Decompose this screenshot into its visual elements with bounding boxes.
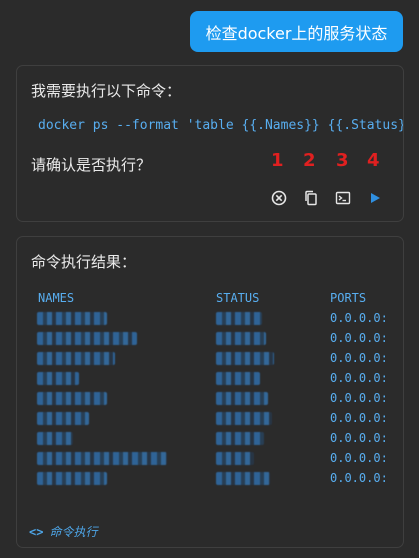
redacted-status <box>216 332 266 345</box>
open-terminal-button[interactable] <box>330 185 356 211</box>
annotation-number-2: 2 <box>303 150 316 171</box>
copy-icon <box>305 190 317 206</box>
column-header-ports: PORTS <box>330 291 367 305</box>
port-cell: 0.0.0.0: <box>330 411 388 425</box>
column-header-status: STATUS <box>216 291 260 305</box>
port-cell: 0.0.0.0: <box>330 471 388 485</box>
redacted-status <box>216 412 272 425</box>
column-header-names: NAMES <box>38 291 75 305</box>
table-row: 0.0.0.0: <box>17 389 403 409</box>
redacted-status <box>216 312 262 325</box>
redacted-name <box>37 432 73 445</box>
redacted-name <box>37 412 89 425</box>
redacted-name <box>37 472 107 485</box>
table-row: 0.0.0.0: <box>17 409 403 429</box>
port-cell: 0.0.0.0: <box>330 391 388 405</box>
annotation-number-3: 3 <box>336 150 349 171</box>
result-title: 命令执行结果： <box>31 253 137 271</box>
redacted-status <box>216 352 274 365</box>
redacted-status <box>216 452 254 465</box>
copy-button[interactable] <box>298 185 324 211</box>
port-cell: 0.0.0.0: <box>330 351 388 365</box>
run-icon <box>371 193 380 203</box>
redacted-status <box>216 372 260 385</box>
annotation-number-1: 1 <box>271 150 284 171</box>
redacted-name <box>37 312 107 325</box>
confirm-prompt-text: 请确认是否执行？ <box>31 156 152 174</box>
command-result-card: 命令执行结果： NAMES STATUS PORTS 0.0.0.0: 0.0.… <box>16 236 404 548</box>
port-cell: 0.0.0.0: <box>330 431 388 445</box>
command-text[interactable]: docker ps --format 'table {{.Names}} {{.… <box>38 118 403 133</box>
annotation-number-4: 4 <box>367 150 380 171</box>
terminal-icon <box>335 191 351 205</box>
redacted-name <box>37 372 79 385</box>
table-row: 0.0.0.0: <box>17 309 403 329</box>
port-cell: 0.0.0.0: <box>330 451 388 465</box>
code-icon: <> <box>29 524 44 539</box>
confirm-intro-text: 我需要执行以下命令： <box>31 82 182 100</box>
redacted-status <box>216 432 264 445</box>
table-row: 0.0.0.0: <box>17 369 403 389</box>
redacted-name <box>37 452 167 465</box>
table-row: 0.0.0.0: <box>17 349 403 369</box>
redacted-status <box>216 472 270 485</box>
port-cell: 0.0.0.0: <box>330 311 388 325</box>
port-cell: 0.0.0.0: <box>330 331 388 345</box>
user-message-text: 检查docker上的服务状态 <box>205 23 388 43</box>
footer-label: 命令执行 <box>49 525 98 539</box>
cancel-button[interactable] <box>266 185 292 211</box>
command-execution-toggle[interactable]: <> 命令执行 <box>29 523 97 540</box>
command-confirm-card: 我需要执行以下命令： docker ps --format 'table {{.… <box>16 65 404 222</box>
table-row: 0.0.0.0: <box>17 329 403 349</box>
redacted-name <box>37 392 107 405</box>
run-button[interactable] <box>362 185 388 211</box>
port-cell: 0.0.0.0: <box>330 371 388 385</box>
table-row: 0.0.0.0: <box>17 469 403 489</box>
table-row: 0.0.0.0: <box>17 429 403 449</box>
redacted-status <box>216 392 268 405</box>
table-row: 0.0.0.0: <box>17 449 403 469</box>
user-message-bubble: 检查docker上的服务状态 <box>190 11 403 52</box>
cancel-icon <box>271 190 287 206</box>
redacted-name <box>37 332 137 345</box>
redacted-name <box>37 352 115 365</box>
